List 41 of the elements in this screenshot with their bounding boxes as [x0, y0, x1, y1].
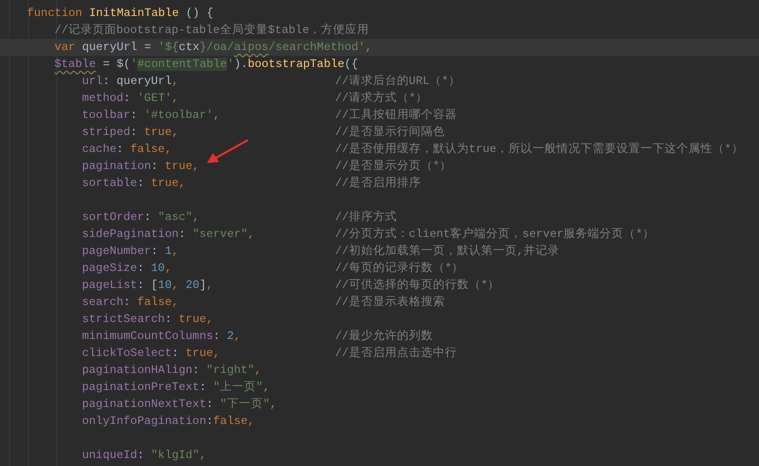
code-comment: //请求后台的URL（*） — [335, 74, 460, 90]
code-line: pagination: true, — [82, 160, 200, 173]
code-line: paginationHAlign: "right", — [82, 364, 262, 377]
code-line: sortOrder: "asc", — [82, 211, 200, 224]
code-comment: //是否显示分页（*） — [335, 158, 452, 175]
code-line: clickToSelect: true, — [82, 347, 220, 360]
code-comment: //排序方式 — [335, 209, 397, 226]
code-line: strictSearch: true, — [82, 313, 214, 326]
code-line: pageList: [10, 20], — [82, 279, 214, 292]
code-line: method: 'GET', — [82, 92, 179, 105]
code-line: onlyInfoPagination:false, — [82, 415, 255, 428]
code-comment: //是否启用点击选中行 — [335, 346, 457, 362]
code-line: search: false, — [82, 296, 179, 309]
code-comment: //是否使用缓存，默认为true，所以一般情况下需要设置一下这个属性（*） — [335, 141, 744, 158]
code-line: cache: false, — [82, 143, 172, 156]
code-comment: //是否启用排序 — [335, 175, 421, 192]
code-line: paginationPreText: "上一页", — [82, 381, 270, 394]
code-line: sortable: true, — [82, 177, 186, 190]
code-line: sidePagination: "server", — [82, 228, 255, 241]
code-line: $table = $('#contentTable').bootstrapTable({ — [54, 58, 358, 71]
code-comment: //分页方式：client客户端分页，server服务端分页（*） — [335, 226, 655, 243]
code-line: pageNumber: 1, — [82, 245, 179, 258]
code-line: minimumCountColumns: 2, — [82, 330, 241, 343]
code-comment: //记录页面bootstrap-table全局变量$table，方便应用 — [54, 24, 370, 37]
code-line: url: queryUrl, — [82, 75, 179, 88]
arrow-drawing — [204, 138, 250, 166]
code-comment: //请求方式（*） — [335, 90, 428, 107]
code-comment: //是否显示行间隔色 — [335, 124, 445, 141]
code-comment: //工具按钮用哪个容器 — [335, 107, 457, 124]
code-line: paginationNextText: "下一页", — [82, 398, 277, 411]
code-comment: //最少允许的列数 — [335, 328, 433, 345]
code-line: toolbar: '#toolbar', — [82, 109, 220, 122]
code-line: striped: true, — [82, 126, 179, 139]
code-line: pageSize: 10, — [82, 262, 172, 275]
code-comment: //可供选择的每页的行数（*） — [335, 278, 500, 294]
code-line: function InitMainTable () { — [27, 7, 214, 20]
code-comment: //是否显示表格搜索 — [335, 294, 445, 311]
code-line: uniqueId: "klgId", — [82, 449, 206, 462]
code-line: var queryUrl = '${ctx}/oa/aipos/searchMethod', — [54, 41, 372, 54]
code-comment: //初始化加载第一页，默认第一页,并记录 — [335, 243, 560, 260]
code-comment: //每页的记录行数（*） — [335, 260, 464, 277]
